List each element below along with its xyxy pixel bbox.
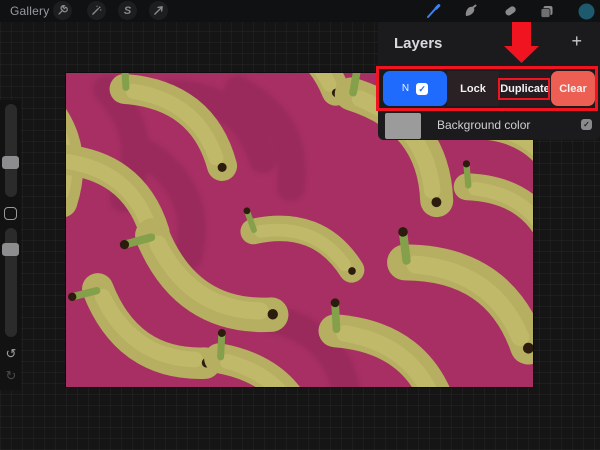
cursor-arrow-icon (153, 5, 164, 16)
brush-icon (426, 4, 441, 19)
blend-mode-badge[interactable]: N (402, 83, 409, 94)
add-layer-button[interactable]: + (571, 32, 582, 50)
layers-panel: Layers + N ✓ Lock Duplicate Clear Backgr… (378, 22, 600, 140)
lock-button[interactable]: Lock (447, 71, 499, 106)
gallery-button[interactable]: Gallery (10, 4, 49, 18)
selection-button[interactable]: S (118, 1, 137, 20)
brush-button[interactable] (423, 1, 443, 21)
transform-button[interactable] (149, 1, 168, 20)
layer-row-swiped: N ✓ Lock Duplicate Clear (378, 71, 600, 106)
layer-1[interactable]: N ✓ (383, 71, 447, 106)
actions-button[interactable] (53, 1, 72, 20)
opacity-handle[interactable] (2, 243, 19, 256)
eraser-icon (503, 4, 517, 18)
sidebar-controls: ↺ ↻ (0, 100, 21, 390)
layers-title: Layers (394, 35, 442, 52)
undo-icon[interactable]: ↺ (2, 346, 20, 362)
procreate-app: ↺ ↻ Gallery S (0, 0, 600, 450)
smudge-button[interactable] (460, 1, 480, 21)
redo-icon[interactable]: ↻ (2, 368, 20, 384)
background-color-swatch[interactable] (385, 113, 421, 139)
layers-button[interactable] (536, 1, 556, 21)
duplicate-button[interactable]: Duplicate (499, 71, 551, 106)
active-color-swatch (578, 3, 595, 20)
adjustments-button[interactable] (87, 1, 106, 20)
layers-icon (539, 4, 554, 19)
smudge-finger-icon (463, 4, 477, 18)
brush-size-handle[interactable] (2, 156, 19, 169)
layers-panel-header: Layers + (378, 22, 600, 64)
background-layer-row[interactable]: Background color ✓ (378, 111, 600, 140)
top-toolbar: Gallery S (0, 0, 600, 22)
magic-wand-icon (91, 5, 102, 16)
selection-s-icon: S (124, 5, 131, 17)
modify-button[interactable] (4, 207, 17, 220)
eraser-button[interactable] (500, 1, 520, 21)
brush-size-slider[interactable] (5, 104, 17, 197)
clear-button[interactable]: Clear (551, 71, 595, 106)
background-visibility-checkbox[interactable]: ✓ (581, 119, 592, 130)
layer-visibility-checkbox[interactable]: ✓ (416, 83, 428, 95)
background-layer-label: Background color (437, 118, 530, 132)
color-button[interactable] (576, 1, 596, 21)
wrench-icon (57, 5, 68, 16)
